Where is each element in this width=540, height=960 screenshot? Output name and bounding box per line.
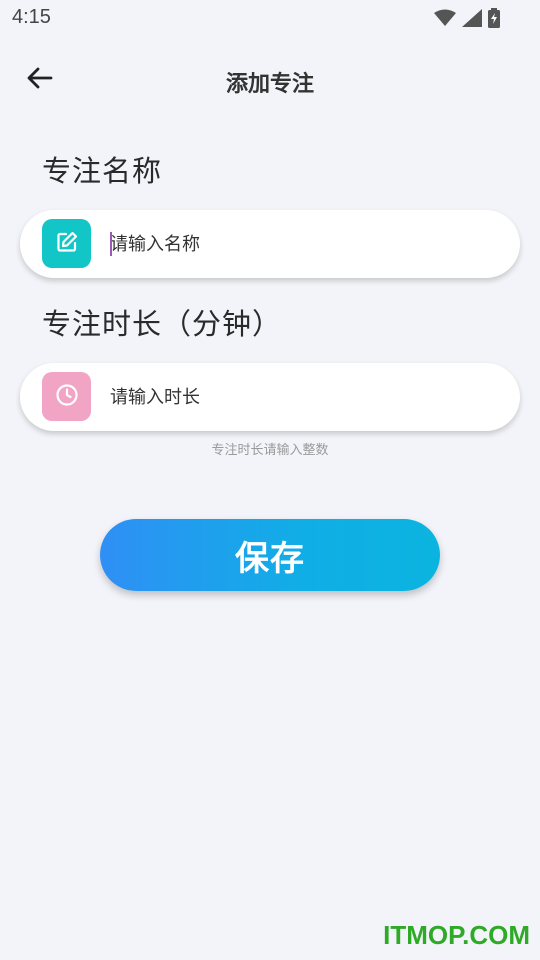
app-bar: 添加专注 [0,54,540,106]
duration-input[interactable] [110,375,500,419]
status-time: 4:15 [12,6,51,28]
watermark: ITMOP.COM [383,920,530,950]
wifi-icon [434,9,456,27]
edit-icon-box [42,219,91,268]
edit-icon [55,230,79,258]
clock-icon [55,383,79,411]
page-title: 添加专注 [225,72,314,97]
name-input[interactable] [110,222,500,266]
clock-icon-box [42,372,91,421]
name-input-card[interactable] [20,210,520,278]
duration-input-card[interactable] [20,363,520,431]
text-cursor [110,232,112,256]
status-bar: 4:15 [0,0,540,36]
battery-icon [488,8,500,28]
status-icons [434,8,500,28]
signal-icon [462,9,482,27]
name-label: 专注名称 [42,154,163,188]
duration-hint: 专注时长请输入整数 [211,443,329,458]
save-button[interactable]: 保存 [100,519,440,591]
duration-label: 专注时长（分钟） [42,307,283,341]
